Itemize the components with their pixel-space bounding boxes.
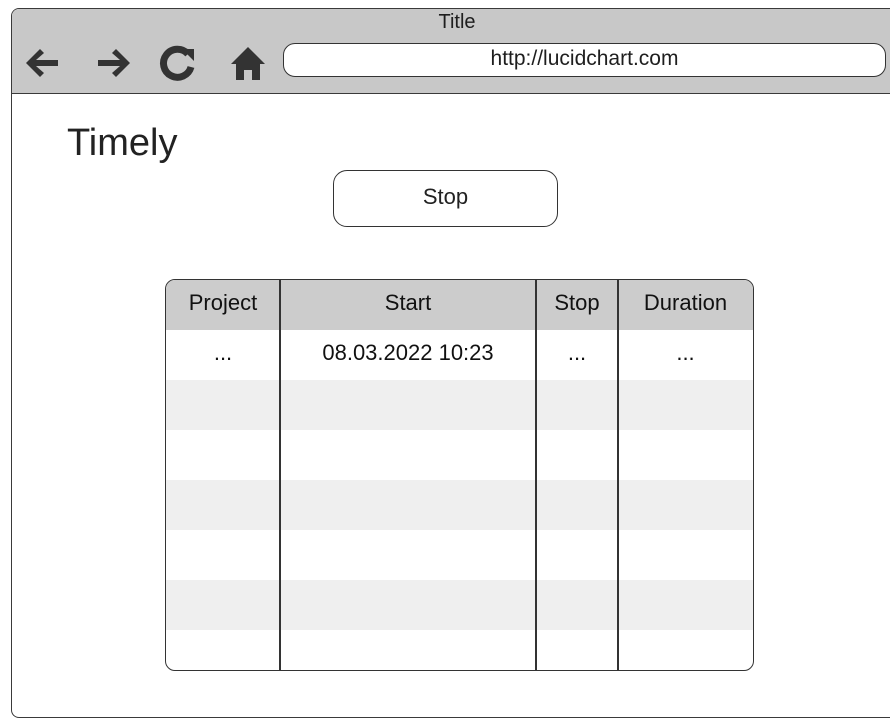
- back-button[interactable]: [20, 41, 64, 85]
- cell-duration: [618, 480, 753, 530]
- page-title: Timely: [67, 122, 178, 164]
- column-divider: [535, 280, 537, 670]
- cell-duration: [618, 530, 753, 580]
- home-icon: [228, 44, 268, 82]
- cell-start: [280, 480, 536, 530]
- reload-button[interactable]: [156, 41, 200, 85]
- reload-icon: [158, 43, 198, 83]
- column-header-project[interactable]: Project: [166, 280, 280, 330]
- arrow-left-icon: [22, 45, 62, 81]
- table-row[interactable]: ... 08.03.2022 10:23 ... ...: [166, 330, 753, 380]
- cell-start: [280, 430, 536, 480]
- cell-stop: [536, 530, 618, 580]
- cell-stop: [536, 630, 618, 670]
- cell-start: [280, 630, 536, 670]
- cell-project: [166, 530, 280, 580]
- arrow-right-icon: [94, 45, 134, 81]
- cell-start: [280, 580, 536, 630]
- time-entries-table: Project Start Stop Duration ... 08.03.20…: [165, 279, 754, 671]
- cell-start: 08.03.2022 10:23: [322, 340, 494, 365]
- column-header-stop[interactable]: Stop: [536, 280, 618, 330]
- table-row[interactable]: [166, 630, 753, 670]
- forward-button[interactable]: [92, 41, 136, 85]
- cell-start: [280, 380, 536, 430]
- url-bar[interactable]: http://lucidchart.com: [283, 43, 886, 77]
- cell-stop: ...: [567, 340, 587, 365]
- table-row[interactable]: [166, 530, 753, 580]
- column-divider: [617, 280, 619, 670]
- cell-stop: [536, 380, 618, 430]
- browser-titlebar: Title http://lucidchart.com: [12, 9, 890, 94]
- stop-button[interactable]: Stop: [333, 170, 558, 227]
- cell-project: ...: [213, 340, 233, 365]
- table-row[interactable]: [166, 580, 753, 630]
- cell-duration: [618, 580, 753, 630]
- cell-duration: [618, 380, 753, 430]
- cell-project: [166, 430, 280, 480]
- cell-project: [166, 480, 280, 530]
- column-divider: [279, 280, 281, 670]
- cell-duration: [618, 630, 753, 670]
- table-row[interactable]: [166, 380, 753, 430]
- home-button[interactable]: [226, 41, 270, 85]
- cell-stop: [536, 430, 618, 480]
- cell-project: [166, 380, 280, 430]
- cell-duration: [618, 430, 753, 480]
- column-header-start[interactable]: Start: [280, 280, 536, 330]
- cell-project: [166, 630, 280, 670]
- table-row[interactable]: [166, 430, 753, 480]
- table-header: Project Start Stop Duration: [166, 280, 753, 330]
- table-row[interactable]: [166, 480, 753, 530]
- cell-duration: ...: [676, 340, 695, 365]
- cell-stop: [536, 480, 618, 530]
- column-header-duration[interactable]: Duration: [618, 280, 753, 330]
- cell-start: [280, 530, 536, 580]
- window-title: Title: [438, 11, 476, 33]
- cell-stop: [536, 580, 618, 630]
- cell-project: [166, 580, 280, 630]
